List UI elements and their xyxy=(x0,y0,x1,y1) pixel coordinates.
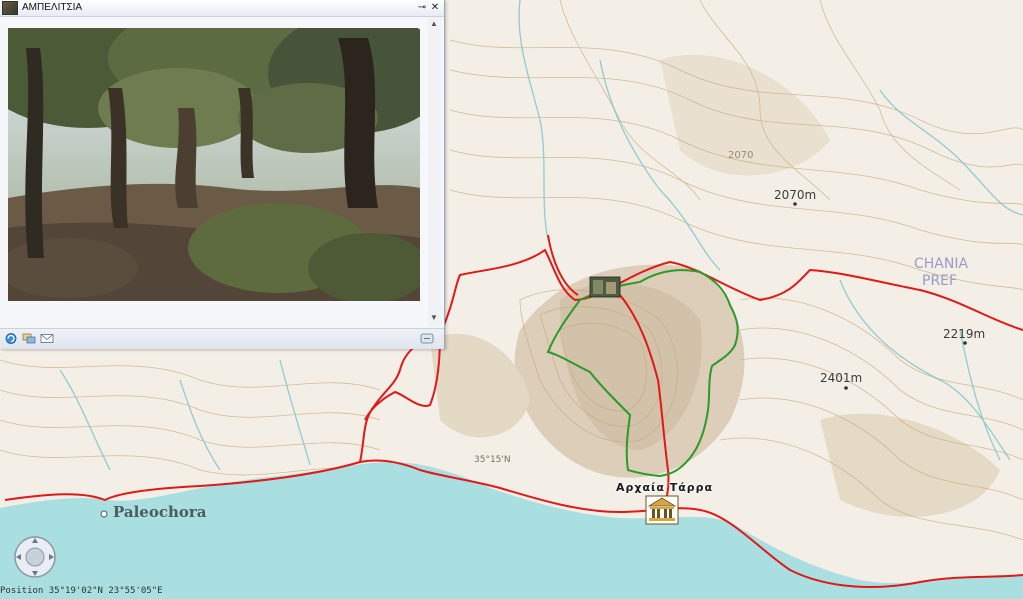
popup-footer xyxy=(0,328,444,349)
scroll-down-icon[interactable]: ▼ xyxy=(430,313,438,322)
region-label: CHANIA PREF xyxy=(914,256,968,290)
pin-icon[interactable]: ⊸ xyxy=(416,1,428,14)
graticule-label: 35°15'N xyxy=(474,455,511,465)
popup-title: ΑΜΠΕΛΙΤΣΙΑ xyxy=(22,2,83,13)
site-label: Αρχαία Τάρρα xyxy=(616,481,714,494)
pan-navigation-icon[interactable] xyxy=(13,535,57,579)
town-label: Paleochora xyxy=(113,503,207,521)
photo-thumbnail-icon xyxy=(2,1,18,15)
status-bar: Position 35°19'02"N 23°55'05"E xyxy=(0,586,163,596)
region-label-line: PREF xyxy=(922,273,958,289)
layers-icon[interactable] xyxy=(22,332,36,345)
trail-photo xyxy=(8,28,420,301)
peak-label: 2070m xyxy=(774,188,817,202)
popup-titlebar[interactable]: ΑΜΠΕΛΙΤΣΙΑ ⊸ ✕ xyxy=(0,0,444,17)
region-label-line: CHANIA xyxy=(914,256,969,272)
close-icon[interactable]: ✕ xyxy=(429,1,441,14)
peak-marker xyxy=(963,341,967,345)
peak-marker xyxy=(793,202,797,206)
temple-icon[interactable] xyxy=(645,495,679,525)
peak-label: 2401m xyxy=(820,371,863,385)
scroll-up-icon[interactable]: ▲ xyxy=(430,19,438,28)
town-marker xyxy=(100,510,108,518)
photo-marker-icon[interactable] xyxy=(589,276,621,298)
peak-label: 2219m xyxy=(943,327,986,341)
refresh-icon[interactable] xyxy=(4,332,18,345)
settings-icon[interactable] xyxy=(420,332,434,345)
email-icon[interactable] xyxy=(40,332,54,345)
popup-scrollbar[interactable]: ▲ ▼ xyxy=(428,17,442,327)
peak-marker xyxy=(844,386,848,390)
peak-label-top: 2070 xyxy=(728,150,754,161)
photo-popup-window[interactable]: ΑΜΠΕΛΙΤΣΙΑ ⊸ ✕ ▲ ▼ xyxy=(0,0,445,349)
